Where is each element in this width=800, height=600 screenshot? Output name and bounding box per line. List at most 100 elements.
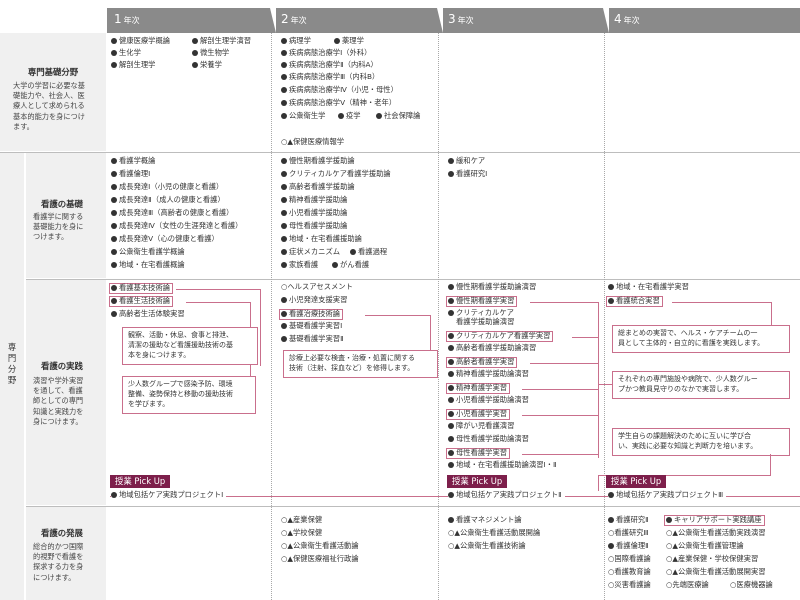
- course-item: 精神看護学援助論演習: [448, 369, 529, 379]
- course-item: キャリアサポート実践講座: [664, 515, 765, 526]
- course-item: 社会保障論: [376, 111, 420, 121]
- course-item: 健康医療学概論: [111, 36, 170, 46]
- header-divider: [270, 8, 276, 33]
- course-item: ○▲公衆衛生看護活動展開実習: [666, 567, 766, 576]
- callout-note: 観察、活動・休息、食事と排泄、 清潔の援助など看護援助技術の基 本を身につけます…: [122, 327, 258, 365]
- course-item: ○国際看護論: [608, 554, 651, 563]
- course-item: 看護研究Ⅱ: [608, 515, 649, 525]
- course-item: 成長発達Ⅱ（成人の健康と看護）: [111, 195, 225, 205]
- course-item: 成長発達Ⅴ（心の健康と看護）: [111, 234, 219, 244]
- header-divider: [603, 8, 609, 33]
- callout-note: 学生自らの課題解決のために互いに学び合 い、実践に必要な知識と判断力を培います。: [612, 428, 790, 456]
- course-item: 看護研究Ⅰ: [448, 169, 487, 179]
- course-item: 看護倫理Ⅱ: [608, 541, 649, 551]
- section-title-kango-jissen: 看護の実践: [41, 361, 83, 371]
- course-item: 看護マネジメント論: [448, 515, 522, 525]
- year-4-label: 4 年次: [614, 12, 640, 26]
- callout-connector: [522, 454, 598, 455]
- callout-connector: [598, 475, 599, 491]
- course-item: 家族看護: [281, 260, 318, 270]
- course-item: 公衆衛生学: [281, 111, 325, 121]
- course-item: 疾病病態治療学Ⅳ（小児・母性）: [281, 85, 398, 95]
- callout-connector: [522, 389, 598, 390]
- course-item: 看護学援助論演習: [456, 317, 515, 326]
- year-1-label: 1 年次: [114, 12, 140, 26]
- course-item: 看護学概論: [111, 156, 155, 166]
- callout-connector: [598, 384, 612, 385]
- section-title-kiso: 専門基礎分野: [27, 67, 79, 77]
- course-item: 解剖生理学: [111, 60, 155, 70]
- course-item: 小児看護学援助論演習: [448, 395, 529, 405]
- callout-note: 総まとめの実習で、ヘルス・ケアチームの一 員として主体的・自立的に看護を実践しま…: [612, 325, 790, 353]
- callout-connector: [186, 302, 251, 303]
- course-item: 看護倫理Ⅰ: [111, 169, 150, 179]
- column-divider: [271, 33, 272, 600]
- callout-note: 少人数グループで感染予防、環境 整備、姿勢保持と移動の援助技術 を学びます。: [122, 376, 256, 414]
- callout-connector: [365, 315, 430, 316]
- course-item: ○▲保健医療情報学: [281, 137, 345, 146]
- course-item: 症状メカニズム: [281, 247, 340, 257]
- course-item: 病理学: [281, 36, 311, 46]
- course-item: がん看護: [332, 260, 369, 270]
- course-item: ○▲保健医療福祉行政論: [281, 554, 359, 563]
- course-item: ○▲産業保健・学校保健実習: [666, 554, 759, 563]
- callout-connector: [771, 302, 772, 326]
- course-item: 成長発達Ⅰ（小児の健康と看護）: [111, 182, 223, 192]
- course-item: ○看護研究Ⅲ: [608, 528, 649, 537]
- course-item: 小児看護学実習: [446, 409, 511, 420]
- course-item: 慢性期看護学実習: [446, 296, 518, 307]
- course-item: 母性看護学実習: [446, 448, 511, 459]
- course-item: クリティカルケア看護学援助論: [281, 169, 391, 179]
- row-divider: [26, 506, 800, 507]
- course-item: 基礎看護学実習Ⅰ: [281, 321, 342, 331]
- course-item: 薬理学: [334, 36, 364, 46]
- course-item: ○▲公衆衛生看護活動展開論: [448, 528, 541, 537]
- course-item: 看護基本技術論: [109, 283, 174, 294]
- column-divider: [604, 33, 605, 600]
- course-item: ○▲公衆衛生看護活動論: [281, 541, 359, 550]
- header-divider: [437, 8, 443, 33]
- course-item: ○▲公衆衛生看護活動実践演習: [666, 528, 766, 537]
- course-item: 高齢者看護学援助論: [281, 182, 355, 192]
- course-item: ○先端医療論: [666, 580, 709, 589]
- course-item: 地域・在宅看護学実習: [608, 282, 689, 292]
- section-label-senmon: 専 門 分 野: [7, 342, 17, 386]
- pickup-course: 地域包括ケア実践プロジェクトⅡ: [448, 490, 565, 500]
- callout-note: それぞれの専門施設や病院で、少人数グルー プかつ教員見守りのなかで実習します。: [612, 371, 790, 399]
- course-item: 疾病病態治療学Ⅴ（精神・老年）: [281, 98, 396, 108]
- course-item: ○医療機器論: [730, 580, 773, 589]
- year-2-label: 2 年次: [281, 12, 307, 26]
- course-item: 高齢者看護学援助論演習: [448, 343, 536, 353]
- section-title-kango-kiso: 看護の基礎: [41, 199, 83, 209]
- callout-connector: [530, 302, 598, 303]
- course-item: 微生物学: [192, 48, 229, 58]
- course-item: ○看護教育論: [608, 567, 651, 576]
- course-item: 生化学: [111, 48, 141, 58]
- course-item: 地域・在宅看護援助論演習Ⅰ・Ⅱ: [448, 460, 557, 470]
- section-desc-kiso: 大学の学習に必要な基 礎能力や、社会人、医 療人として求められる 基本的能力を身…: [13, 81, 85, 131]
- callout-connector: [176, 289, 261, 290]
- course-item: 栄養学: [192, 60, 222, 70]
- course-item: 看護過程: [350, 247, 387, 257]
- course-item: 疾病病態治療学Ⅲ（内科B）: [281, 72, 379, 82]
- pickup-course: 地域包括ケア実践プロジェクトⅢ: [608, 490, 727, 500]
- course-item: 地域・在宅看護概論: [111, 260, 185, 270]
- callout-connector: [530, 363, 598, 364]
- course-item: 疾病病態治療学Ⅱ（内科A）: [281, 60, 378, 70]
- course-item: ○▲公衆衛生看護管理論: [666, 541, 744, 550]
- callout-connector: [598, 302, 599, 458]
- callout-connector: [672, 302, 772, 303]
- course-item: 疾病病態治療学Ⅰ（外科）: [281, 48, 371, 58]
- pickup-badge: 授業 Pick Up: [606, 475, 667, 488]
- course-item: クリティカルケア看護学実習: [446, 331, 554, 342]
- course-item: 高齢者看護学実習: [446, 357, 518, 368]
- course-item: 公衆衛生看護学概論: [111, 247, 185, 257]
- pickup-course: 地域包括ケア実践プロジェクトⅠ: [111, 490, 227, 500]
- course-item: 基礎看護学実習Ⅱ: [281, 334, 344, 344]
- course-item: ○▲公衆衛生看護技術論: [448, 541, 526, 550]
- callout-connector: [260, 289, 261, 366]
- row-divider: [26, 279, 800, 280]
- course-item: 障がい児看護演習: [448, 421, 514, 431]
- course-item: ○ヘルスアセスメント: [281, 282, 353, 291]
- course-item: 看護生活技術論: [109, 296, 174, 307]
